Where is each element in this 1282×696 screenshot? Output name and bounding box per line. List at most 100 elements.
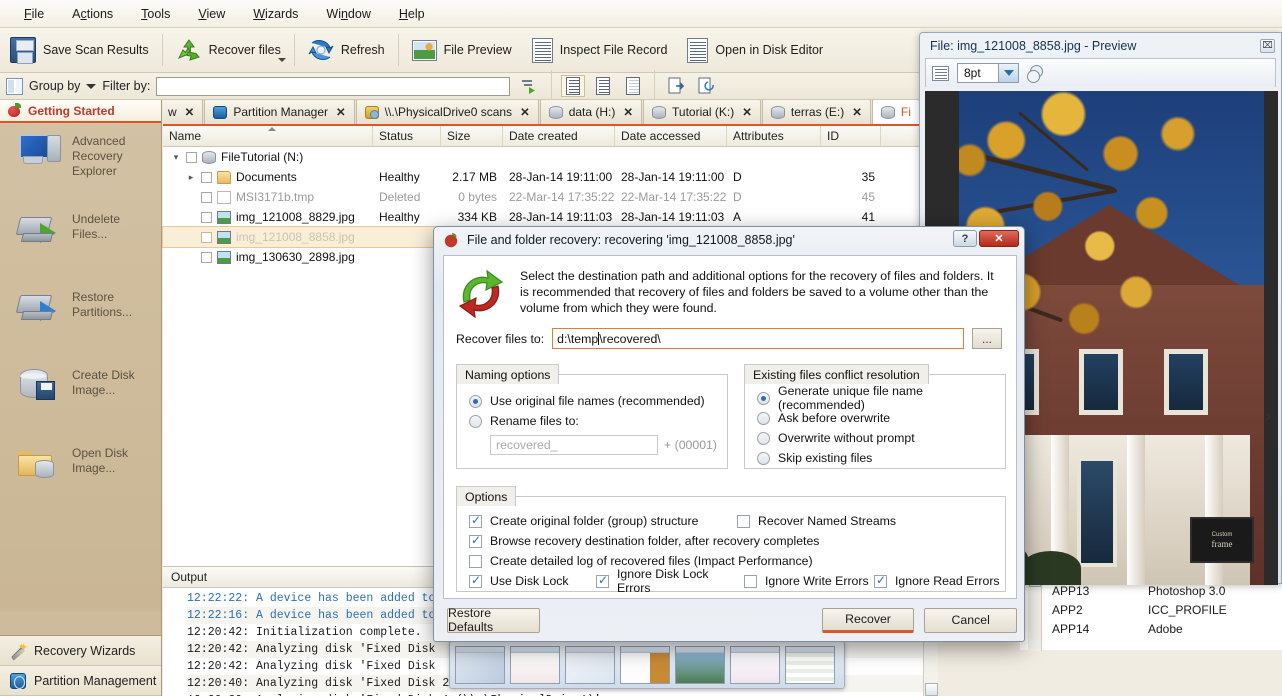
checkbox-use-disk-lock[interactable]: Use Disk Lock (469, 571, 596, 591)
export-button[interactable] (664, 75, 688, 97)
restore-defaults-button[interactable]: Restore Defaults (447, 608, 540, 633)
sidebar-item-undelete-files[interactable]: Undelete Files... (0, 201, 161, 279)
row-checkbox[interactable] (186, 152, 197, 163)
tab-physicaldrive0-scans[interactable]: \\.\PhysicalDrive0 scans ✕ (356, 100, 539, 124)
row-checkbox[interactable] (201, 232, 212, 243)
refresh-button[interactable]: Refresh (298, 30, 395, 71)
menu-item-wizards[interactable]: Wizards (239, 3, 312, 25)
help-coins-icon[interactable] (1027, 65, 1045, 81)
window-thumbnail[interactable] (620, 646, 670, 684)
close-icon[interactable]: ⌧ (1260, 39, 1275, 53)
getting-started-header[interactable]: Getting Started (0, 100, 161, 123)
view-mode-blank-button[interactable] (621, 75, 645, 97)
radio-skip-existing-files[interactable]: Skip existing files (757, 448, 1005, 468)
row-checkbox[interactable] (201, 172, 212, 183)
tab-filetutorial-active[interactable]: Fi (872, 100, 920, 124)
checkbox-ignore-write-errors[interactable]: Ignore Write Errors (744, 571, 874, 591)
row-checkbox[interactable] (201, 192, 212, 203)
rename-prefix-input[interactable]: recovered_ (490, 435, 658, 455)
menu-item-view[interactable]: View (184, 3, 239, 25)
chevron-down-icon[interactable] (278, 58, 286, 62)
table-row[interactable]: img_121008_8829.jpg Healthy 334 KB 28-Ja… (163, 207, 937, 227)
tab-close-icon-2[interactable]: ✕ (520, 105, 530, 119)
column-header-id[interactable]: ID (821, 126, 881, 146)
tab-close-icon-1[interactable]: ✕ (336, 105, 346, 119)
sidebar-item-advanced-recovery-explorer[interactable]: Advanced Recovery Explorer (0, 123, 161, 201)
window-thumbnail[interactable] (730, 646, 780, 684)
radio-rename-files-to[interactable]: Rename files to: (469, 411, 727, 431)
window-thumbnail[interactable] (785, 646, 835, 684)
tab-tutorial-k[interactable]: Tutorial (K:) ✕ (643, 100, 761, 124)
tab-close-icon-3[interactable]: ✕ (623, 105, 633, 119)
row-checkbox[interactable] (201, 212, 212, 223)
expand-twisty-icon[interactable]: ▾ (171, 152, 181, 163)
inspect-file-record-button[interactable]: Inspect File Record (522, 30, 678, 71)
column-header-name[interactable]: Name (163, 126, 373, 146)
tab-terras-e[interactable]: terras (E:) ✕ (762, 100, 871, 124)
close-button[interactable]: ✕ (979, 230, 1019, 247)
wand-icon: ✦ (10, 643, 26, 659)
tab-close-icon-5[interactable]: ✕ (852, 105, 862, 119)
document-lines-icon (532, 38, 553, 63)
checkbox-ignore-read-errors[interactable]: Ignore Read Errors (874, 571, 1000, 591)
save-scan-results-button[interactable]: Save Scan Results (0, 30, 159, 71)
expand-twisty-icon[interactable]: ▸ (186, 172, 196, 183)
table-row[interactable]: ▾ FileTutorial (N:) (163, 147, 937, 167)
menu-item-tools[interactable]: Tools (127, 3, 184, 25)
sidebar-item-partition-management[interactable]: Partition Management (0, 666, 161, 696)
radio-use-original-file-names[interactable]: Use original file names (recommended) (469, 391, 727, 411)
chevron-down-icon[interactable] (998, 64, 1018, 82)
tab-data-h[interactable]: data (H:) ✕ (540, 100, 642, 124)
window-thumbnail[interactable] (455, 646, 505, 684)
text-grid-icon[interactable] (932, 66, 949, 81)
view-mode-dual-button[interactable] (561, 75, 585, 97)
radio-generate-unique-file-name[interactable]: Generate unique file name (recommended) (757, 388, 1005, 408)
open-in-disk-editor-button[interactable]: Open in Disk Editor (677, 30, 833, 71)
menu-item-actions[interactable]: Actions (58, 3, 127, 25)
table-row[interactable]: MSI3171b.tmp Deleted 0 bytes 22-Mar-14 1… (163, 187, 937, 207)
checkbox-browse-destination-folder[interactable]: Browse recovery destination folder, afte… (469, 531, 1005, 551)
column-header-date-accessed[interactable]: Date accessed (615, 126, 727, 146)
radio-overwrite-without-prompt[interactable]: Overwrite without prompt (757, 428, 1005, 448)
checkbox-recover-named-streams[interactable]: Recover Named Streams (737, 511, 896, 531)
view-mode-single-button[interactable] (591, 75, 615, 97)
sidebar-item-open-disk-image[interactable]: Open Disk Image... (0, 435, 161, 513)
window-thumbnail[interactable] (675, 646, 725, 684)
group-by-chevron-down-icon[interactable] (86, 84, 96, 89)
column-header-size[interactable]: Size (441, 126, 503, 146)
menu-item-file[interactable]: File (10, 3, 58, 25)
browse-button[interactable]: ... (972, 328, 1002, 349)
column-header-attributes[interactable]: Attributes (727, 126, 821, 146)
sidebar-item-restore-partitions[interactable]: Restore Partitions... (0, 279, 161, 357)
sidebar-item-recovery-wizards[interactable]: ✦ Recovery Wizards (0, 636, 161, 666)
window-thumbnail[interactable] (565, 646, 615, 684)
window-thumbnail[interactable] (510, 646, 560, 684)
checkbox-ignore-disk-lock-errors[interactable]: Ignore Disk Lock Errors (596, 571, 744, 591)
tab-close-icon-4[interactable]: ✕ (742, 105, 752, 119)
columns-view-icon[interactable] (6, 78, 23, 95)
recover-files-button[interactable]: Recover files (166, 30, 291, 71)
font-size-select[interactable]: 8pt (957, 63, 1019, 83)
column-header-status[interactable]: Status (373, 126, 441, 146)
checkbox-create-original-folder-structure[interactable]: Create original folder (group) structure (469, 511, 737, 531)
tab-clipped[interactable]: w ✕ (163, 100, 203, 124)
destination-input[interactable]: d:\temp \recovered\ (552, 328, 964, 349)
tab-partition-manager[interactable]: Partition Manager ✕ (204, 100, 354, 124)
row-checkbox[interactable] (201, 252, 212, 263)
menu-bar: File Actions Tools View Wizards Window H… (0, 0, 1282, 28)
column-header-date-created[interactable]: Date created (503, 126, 615, 146)
help-button[interactable]: ? (953, 230, 977, 247)
reload-button[interactable] (694, 75, 718, 97)
menu-item-help[interactable]: Help (385, 3, 439, 25)
table-row[interactable]: ▸ Documents Healthy 2.17 MB 28-Jan-14 19… (163, 167, 937, 187)
tab-close-icon-0[interactable]: ✕ (185, 105, 195, 119)
next-image-chevron-icon[interactable]: › (1264, 405, 1272, 427)
menu-item-window[interactable]: Window (312, 3, 384, 25)
recover-button[interactable]: Recover (822, 608, 915, 633)
sidebar-item-create-disk-image[interactable]: Create Disk Image... (0, 357, 161, 435)
scroll-down-arrow-icon[interactable] (925, 683, 938, 696)
apply-filter-icon[interactable] (516, 77, 542, 95)
filter-input[interactable] (156, 77, 510, 96)
file-preview-button[interactable]: File Preview (402, 30, 522, 71)
cancel-button[interactable]: Cancel (924, 608, 1017, 633)
